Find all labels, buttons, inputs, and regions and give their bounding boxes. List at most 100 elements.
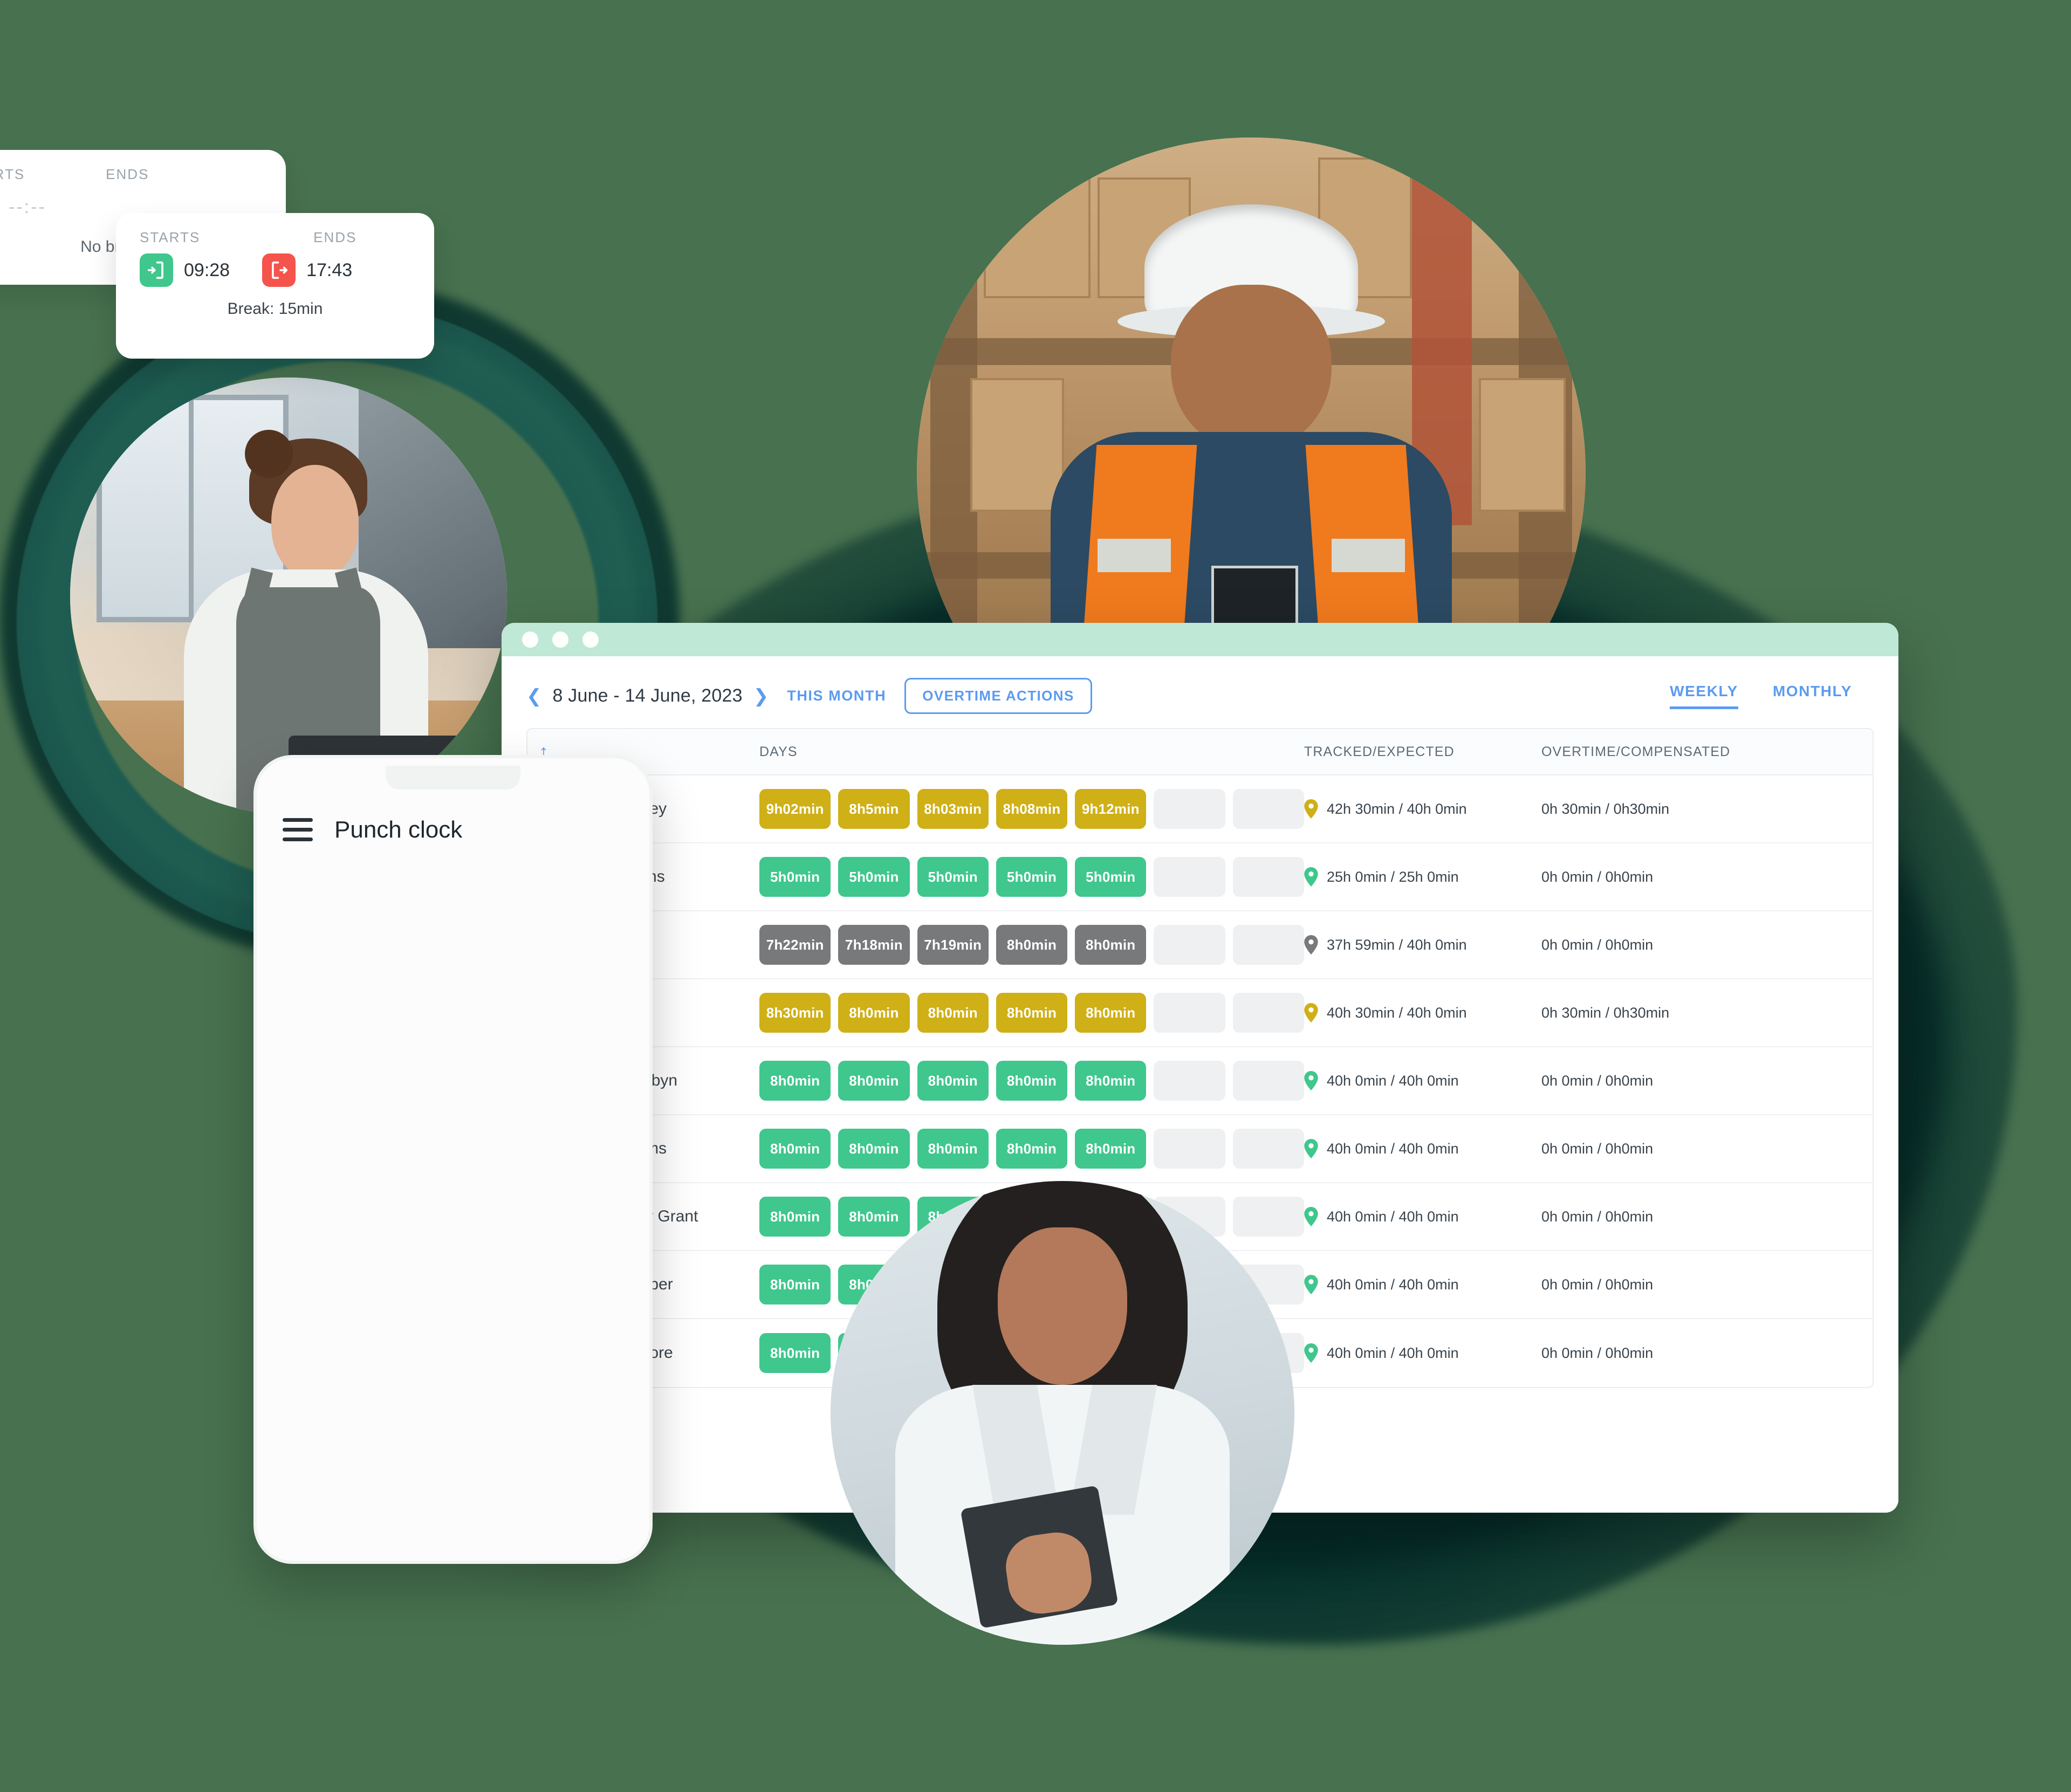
day-badge[interactable]: 8h0min [1075, 1129, 1147, 1169]
table-row[interactable]: ines7h22min7h18min7h19min8h0min8h0min37h… [527, 911, 1873, 979]
day-badges: 8h0min8h0min8h0min8h0min8h0min [759, 1061, 1304, 1101]
hamburger-icon[interactable] [283, 812, 313, 847]
day-badge[interactable] [1154, 857, 1225, 897]
overtime-actions-button[interactable]: OVERTIME ACTIONS [904, 678, 1092, 714]
day-badge[interactable] [1232, 925, 1304, 965]
tracked-expected-cell: 40h 0min / 40h 0min [1304, 1275, 1541, 1294]
day-badges: 8h0min8h0min8h0min8h0min8h0min [759, 1129, 1304, 1169]
day-badge[interactable]: 8h0min [1075, 993, 1147, 1033]
break-label: Break: 15min [227, 300, 323, 318]
location-pin-icon [1304, 1071, 1318, 1090]
window-minimize-dot[interactable] [552, 631, 568, 648]
day-badge[interactable]: 8h0min [1075, 1061, 1147, 1101]
location-pin-icon [1304, 1343, 1318, 1363]
location-pin-icon [1304, 1139, 1318, 1158]
starts-time-back: --:-- [9, 196, 46, 217]
prev-week-icon[interactable]: ❮ [526, 687, 542, 705]
door-exit-icon [262, 253, 296, 287]
tracked-expected-cell: 40h 0min / 40h 0min [1304, 1207, 1541, 1226]
photo-barista [70, 377, 507, 814]
schedule-front-values: 09:28 17:43 [140, 246, 410, 287]
schedule-back-labels: STARTS ENDS [0, 166, 262, 183]
ends-label-back: ENDS [106, 166, 149, 182]
tab-weekly[interactable]: WEEKLY [1670, 683, 1738, 709]
ends-value-group: 17:43 [262, 253, 352, 287]
day-badge[interactable]: 7h18min [838, 925, 910, 965]
tracked-expected-value: 25h 0min / 25h 0min [1327, 868, 1459, 885]
tracked-expected-value: 40h 0min / 40h 0min [1327, 1072, 1459, 1089]
window-maximize-dot[interactable] [582, 631, 599, 648]
overtime-compensated-value: 0h 0min / 0h0min [1541, 1072, 1654, 1089]
day-badge[interactable] [1154, 1061, 1225, 1101]
overtime-compensated-value: 0h 30min / 0h30min [1541, 800, 1670, 817]
day-badge[interactable] [1154, 789, 1225, 829]
phone-notch [386, 766, 520, 789]
day-badge[interactable] [1232, 993, 1304, 1033]
day-badge[interactable] [1154, 925, 1225, 965]
day-badge[interactable]: 7h19min [917, 925, 989, 965]
location-pin-icon [1304, 867, 1318, 887]
day-badge[interactable]: 8h0min [996, 1129, 1068, 1169]
day-badges: 8h30min 8h0min 8h0min 8h0min 8h0min [759, 993, 1304, 1033]
day-badge[interactable]: 9h12min [1075, 789, 1147, 829]
location-pin-icon [1304, 935, 1318, 955]
day-badge[interactable]: 8h0min [838, 1129, 910, 1169]
this-month-button[interactable]: THIS MONTH [787, 688, 886, 704]
toolbar: ❮ 8 June - 14 June, 2023 ❯ THIS MONTH OV… [502, 656, 1898, 728]
day-badge[interactable] [1154, 993, 1225, 1033]
day-badge[interactable] [1232, 789, 1304, 829]
day-badge[interactable]: 8h03min [917, 789, 989, 829]
location-pin-icon [1304, 1275, 1318, 1294]
starts-value-group: 09:28 [140, 253, 230, 287]
table-header-row: ↑ DAYS TRACKED/EXPECTED OVERTIME/COMPENS… [527, 729, 1873, 775]
day-badge[interactable]: 8h0min [838, 993, 910, 1033]
day-badge[interactable]: 8h5min [838, 789, 910, 829]
day-badge[interactable]: 5h0min [996, 857, 1068, 897]
day-badge[interactable]: 8h0min [759, 1333, 831, 1373]
tracked-expected-value: 40h 0min / 40h 0min [1327, 1140, 1459, 1157]
day-badge[interactable]: 8h0min [996, 993, 1068, 1033]
day-badge[interactable]: 8h0min [759, 1197, 831, 1237]
day-badge[interactable]: 8h0min [1075, 925, 1147, 965]
day-badge[interactable]: 8h0min [759, 1061, 831, 1101]
day-badges: 7h22min 7h18min 7h19min 8h0min 8h0min [759, 925, 1304, 965]
day-badge[interactable] [1232, 1061, 1304, 1101]
starts-time-front: 09:28 [184, 259, 230, 280]
day-badge[interactable] [1154, 1129, 1225, 1169]
table-row[interactable]: Evelyn Bailey9h02min8h5min8h03min8h08min… [527, 775, 1873, 843]
day-badge[interactable]: 8h0min [917, 1061, 989, 1101]
day-badge[interactable]: 8h0min [917, 1129, 989, 1169]
day-badge[interactable]: 8h0min [996, 1061, 1068, 1101]
window-close-dot[interactable] [522, 631, 538, 648]
phone-mockup: Punch clock OFF WORK 0h:10min → SLIDE TO… [253, 755, 653, 1564]
day-badge[interactable]: 5h0min [917, 857, 989, 897]
next-week-icon[interactable]: ❯ [753, 687, 769, 705]
day-badge[interactable] [1232, 1129, 1304, 1169]
day-badge[interactable]: 5h0min [1075, 857, 1147, 897]
day-badge[interactable]: 8h0min [759, 1265, 831, 1304]
day-badge[interactable]: 5h0min [759, 857, 831, 897]
day-badge[interactable]: 8h0min [917, 993, 989, 1033]
day-badge[interactable]: 5h0min [838, 857, 910, 897]
table-row[interactable]: dson8h30min8h0min8h0min8h0min8h0min40h 3… [527, 979, 1873, 1047]
day-badge[interactable]: 8h0min [838, 1061, 910, 1101]
starts-label-back: STARTS [0, 166, 25, 182]
day-badge[interactable] [1232, 857, 1304, 897]
day-badge[interactable]: 8h0min [759, 1129, 831, 1169]
table-row[interactable]: Oscar Adams8h0min8h0min8h0min8h0min8h0mi… [527, 1115, 1873, 1183]
day-badge[interactable]: 8h30min [759, 993, 831, 1033]
overtime-compensated-value: 0h 0min / 0h0min [1541, 868, 1654, 885]
tracked-expected-value: 40h 30min / 40h 0min [1327, 1004, 1467, 1021]
overtime-compensated-value: 0h 0min / 0h0min [1541, 936, 1654, 953]
day-badge[interactable]: 8h0min [996, 925, 1068, 965]
tab-monthly[interactable]: MONTHLY [1773, 683, 1852, 709]
location-pin-icon [1304, 799, 1318, 819]
day-badge[interactable]: 7h22min [759, 925, 831, 965]
day-badge[interactable]: 8h08min [996, 789, 1068, 829]
tracked-expected-cell: 25h 0min / 25h 0min [1304, 867, 1541, 887]
day-badge[interactable]: 9h02min [759, 789, 831, 829]
location-pin-icon [1304, 1003, 1318, 1022]
table-row[interactable]: Guy Hawkins5h0min5h0min5h0min5h0min5h0mi… [527, 843, 1873, 911]
tracked-expected-cell: 40h 0min / 40h 0min [1304, 1343, 1541, 1363]
table-row[interactable]: Brooke Corbyn8h0min8h0min8h0min8h0min8h0… [527, 1047, 1873, 1115]
